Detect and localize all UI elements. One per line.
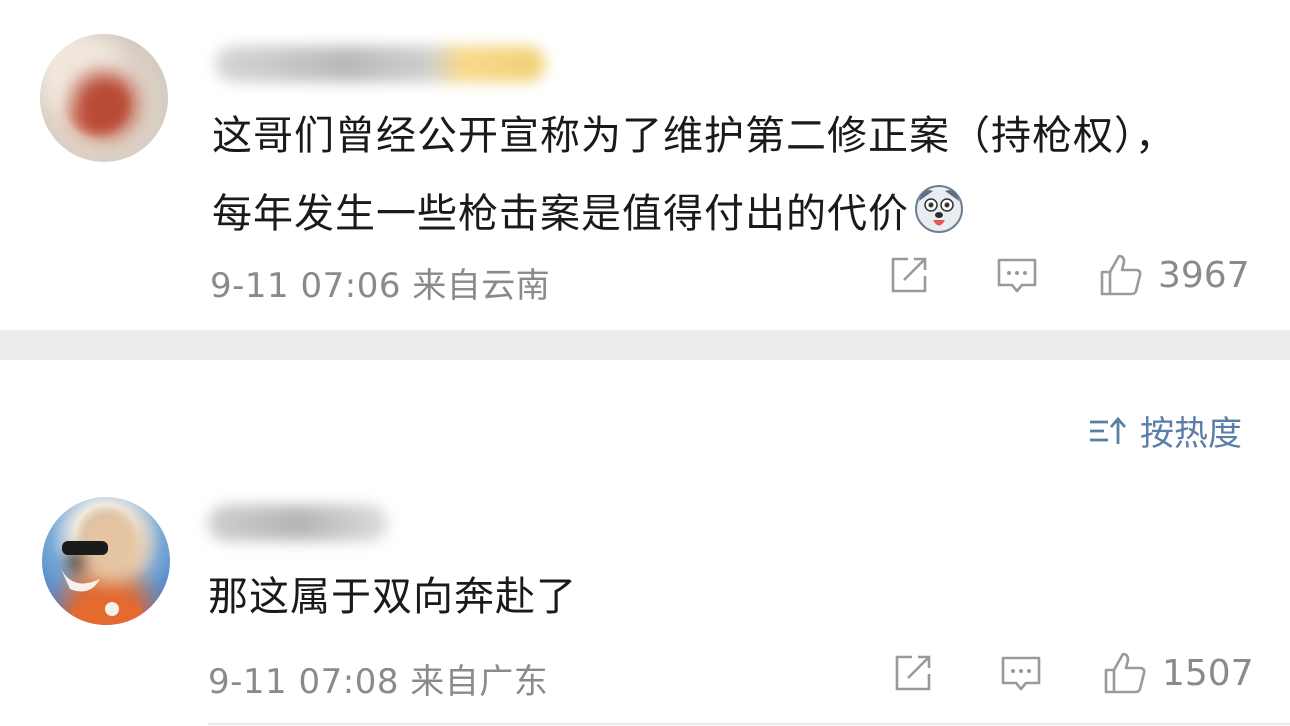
comment-body: 那这属于双向奔赴了: [208, 574, 577, 620]
avatar[interactable]: [42, 497, 170, 625]
share-icon[interactable]: [890, 650, 936, 696]
comment-text: 那这属于双向奔赴了: [208, 557, 1108, 637]
comment-meta: 9-11 07:08 来自广东: [208, 654, 548, 703]
thumbs-up-icon[interactable]: [1102, 650, 1148, 696]
comment-time: 9-11 07:08: [208, 662, 399, 702]
username-blurred[interactable]: [208, 505, 388, 541]
divider-line: [208, 723, 1290, 725]
comment-location: 来自广东: [410, 662, 549, 702]
comment-actions: 1507: [890, 650, 1254, 696]
like-count: 1507: [1162, 652, 1254, 694]
comment-icon[interactable]: [998, 650, 1044, 696]
comment-card: 那这属于双向奔赴了 9-11 07:08 来自广东 1507: [0, 0, 1290, 726]
